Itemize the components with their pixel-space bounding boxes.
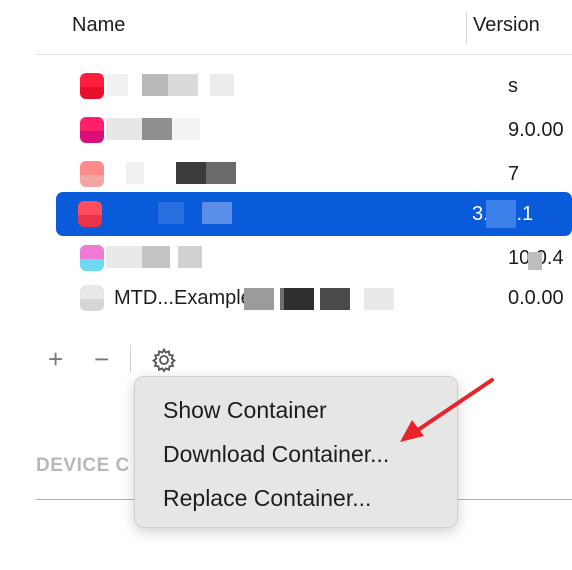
app-icon: [80, 245, 104, 271]
toolbar-divider: [130, 345, 131, 373]
app-version: 9.0.00: [508, 119, 564, 141]
app-version: 7: [508, 163, 520, 185]
remove-button[interactable]: −: [94, 346, 109, 372]
annotation-arrow-icon: [390, 370, 500, 455]
device-section-title: DEVICE C: [36, 455, 130, 476]
table-row[interactable]: s: [36, 64, 572, 108]
app-name-redacted: [244, 288, 464, 310]
column-header-name[interactable]: Name: [72, 14, 125, 37]
redaction-patch: [478, 116, 508, 144]
table-row[interactable]: 10.0.4: [36, 236, 572, 280]
gear-icon[interactable]: [150, 346, 178, 374]
app-name-redacted: [106, 246, 236, 268]
app-name-redacted: [106, 118, 236, 140]
app-icon: [80, 73, 104, 99]
app-icon: [80, 285, 104, 311]
table-row[interactable]: MTD...Example 0.0.00: [36, 276, 572, 320]
app-name-redacted: [106, 162, 236, 184]
header-divider: [36, 54, 572, 55]
menu-item-replace-container[interactable]: Replace Container...: [163, 485, 371, 512]
app-icon: [80, 161, 104, 187]
add-button[interactable]: +: [48, 346, 63, 372]
table-row-selected[interactable]: 3.0.7.1: [56, 192, 572, 236]
app-icon: [78, 201, 102, 227]
app-name: MTD...Example: [114, 287, 252, 309]
app-name-redacted: [106, 202, 236, 224]
app-version: 0.0.00: [508, 287, 564, 309]
app-version: s: [508, 75, 518, 97]
redaction-patch: [486, 200, 516, 228]
app-icon: [80, 117, 104, 143]
redaction-patch: [528, 252, 542, 270]
column-separator[interactable]: [466, 12, 467, 44]
menu-item-download-container[interactable]: Download Container...: [163, 441, 389, 468]
column-header-version[interactable]: Version: [473, 14, 540, 37]
table-row[interactable]: 7: [36, 152, 572, 196]
table-row[interactable]: 9.0.00: [36, 108, 572, 152]
app-name-redacted: [106, 74, 236, 96]
menu-item-show-container[interactable]: Show Container: [163, 397, 327, 424]
